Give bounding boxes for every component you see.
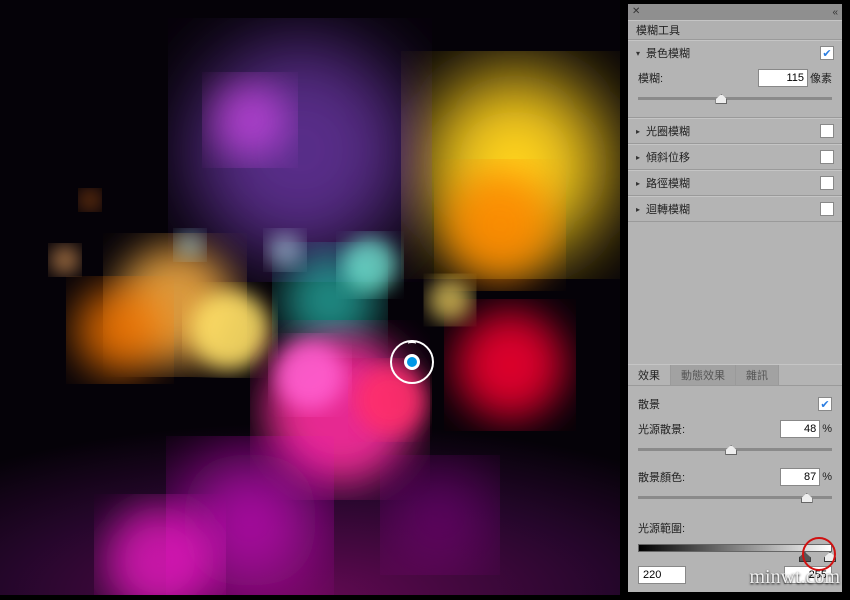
gradient-track <box>638 544 832 552</box>
section-header-iris-blur[interactable]: ▸ 光圈模糊 ✔ <box>628 119 842 143</box>
chevron-right-icon: ▸ <box>636 127 640 136</box>
section-label: 光圈模糊 <box>646 123 820 139</box>
light-bokeh-label: 光源散景: <box>638 421 780 437</box>
tilt-shift-checkbox[interactable]: ✔ <box>820 150 834 164</box>
bokeh-color-input[interactable] <box>780 468 820 486</box>
section-label: 路徑模糊 <box>646 175 820 191</box>
bokeh-color-slider[interactable] <box>638 490 832 506</box>
section-header-path-blur[interactable]: ▸ 路徑模糊 ✔ <box>628 171 842 195</box>
close-icon[interactable]: ✕ <box>632 7 640 17</box>
watermark: minwt.com <box>749 566 840 589</box>
slider-thumb[interactable] <box>725 445 737 455</box>
field-blur-body: 模糊: 像素 <box>628 65 842 117</box>
slider-thumb[interactable] <box>715 94 727 104</box>
range-thumb-low[interactable] <box>799 552 811 562</box>
spin-blur-checkbox[interactable]: ✔ <box>820 202 834 216</box>
light-bokeh-slider[interactable] <box>638 442 832 458</box>
slider-thumb[interactable] <box>801 493 813 503</box>
field-blur-checkbox[interactable]: ✔ <box>820 46 834 60</box>
canvas-preview[interactable] <box>0 0 620 595</box>
blur-amount-slider[interactable] <box>638 91 832 107</box>
light-range-slider[interactable] <box>638 540 832 560</box>
iris-blur-checkbox[interactable]: ✔ <box>820 124 834 138</box>
collapse-icon[interactable]: « <box>832 7 838 18</box>
bokeh-color-unit: % <box>822 471 832 483</box>
bokeh-color-label: 散景顏色: <box>638 469 780 485</box>
chevron-right-icon: ▸ <box>636 179 640 188</box>
section-label: 傾斜位移 <box>646 149 820 165</box>
section-path-blur: ▸ 路徑模糊 ✔ <box>628 170 842 196</box>
blur-tools-panel: ✕ « 模糊工具 ▾ 景色模糊 ✔ 模糊: 像素 ▸ 光圈模糊 ✔ <box>628 4 842 592</box>
panel-header[interactable]: ✕ « <box>628 4 842 20</box>
blur-amount-unit: 像素 <box>810 70 832 86</box>
blur-amount-label: 模糊: <box>638 70 758 86</box>
blur-amount-input[interactable] <box>758 69 808 87</box>
light-bokeh-unit: % <box>822 423 832 435</box>
bokeh-label: 散景 <box>638 396 818 412</box>
section-label: 景色模糊 <box>646 45 820 61</box>
section-iris-blur: ▸ 光圈模糊 ✔ <box>628 118 842 144</box>
tab-effects[interactable]: 效果 <box>628 365 671 385</box>
light-range-label: 光源範圍: <box>638 520 832 536</box>
blur-pin-dot <box>404 354 420 370</box>
light-range-lo-input[interactable] <box>638 566 686 584</box>
range-thumb-high[interactable] <box>824 552 836 562</box>
chevron-right-icon: ▸ <box>636 153 640 162</box>
section-tilt-shift: ▸ 傾斜位移 ✔ <box>628 144 842 170</box>
blur-pin-target[interactable] <box>390 340 434 384</box>
section-label: 迴轉模糊 <box>646 201 820 217</box>
path-blur-checkbox[interactable]: ✔ <box>820 176 834 190</box>
effects-panel: 散景 ✔ 光源散景: % 散景顏色: % 光源範圍: <box>628 386 842 592</box>
section-header-field-blur[interactable]: ▾ 景色模糊 ✔ <box>628 41 842 65</box>
bokeh-checkbox[interactable]: ✔ <box>818 397 832 411</box>
tab-motion[interactable]: 動態效果 <box>671 365 736 385</box>
chevron-down-icon: ▾ <box>636 49 640 58</box>
bokeh-background <box>0 0 620 595</box>
section-header-spin-blur[interactable]: ▸ 迴轉模糊 ✔ <box>628 197 842 221</box>
light-bokeh-input[interactable] <box>780 420 820 438</box>
section-spin-blur: ▸ 迴轉模糊 ✔ <box>628 196 842 222</box>
section-field-blur: ▾ 景色模糊 ✔ 模糊: 像素 <box>628 40 842 118</box>
chevron-right-icon: ▸ <box>636 205 640 214</box>
tab-noise[interactable]: 雜訊 <box>736 365 779 385</box>
section-header-tilt-shift[interactable]: ▸ 傾斜位移 ✔ <box>628 145 842 169</box>
panel-title: 模糊工具 <box>628 20 842 40</box>
effects-tabs: 效果 動態效果 雜訊 <box>628 364 842 386</box>
